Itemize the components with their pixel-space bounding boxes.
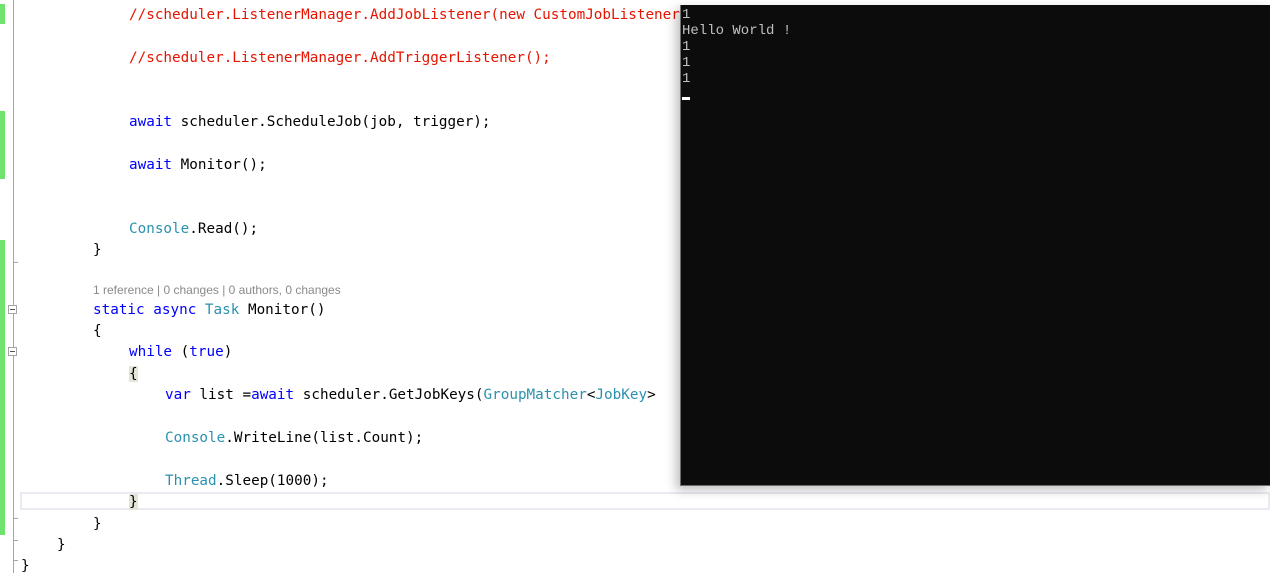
code-text: list = (190, 387, 252, 403)
code-line-method-signature: static async Task Monitor() (93, 301, 325, 319)
code-lens[interactable]: 1 reference | 0 changes | 0 authors, 0 c… (93, 283, 341, 297)
type-name: GroupMatcher (483, 387, 587, 403)
code-line-comment: //scheduler.ListenerManager.AddJobListen… (129, 7, 680, 23)
console-output-line: 1 (682, 55, 691, 71)
console-cursor (682, 97, 690, 100)
code-line: var list =await scheduler.GetJobKeys(Gro… (165, 386, 656, 404)
type-name: Task (204, 302, 240, 318)
collapse-while-icon[interactable] (8, 347, 17, 356)
outline-guide (13, 0, 14, 573)
current-line-highlight (20, 492, 1270, 510)
console-window[interactable]: 1 Hello World ! 1 1 1 (680, 5, 1270, 486)
code-text: > (647, 387, 656, 403)
outline-end-tick (13, 560, 18, 561)
code-line-brace: } (93, 516, 102, 532)
code-text: .WriteLine(list.Count); (225, 430, 424, 446)
code-line-brace: { (129, 365, 138, 383)
code-line: await Monitor(); (129, 156, 267, 174)
change-indicator (0, 240, 5, 535)
code-line: while (true) (129, 343, 232, 361)
code-text: .Sleep(1000); (216, 473, 329, 489)
code-line-brace: } (129, 493, 138, 511)
keyword: true (189, 344, 224, 360)
type-name: JobKey (595, 387, 648, 403)
code-line: Console.Read(); (129, 220, 258, 238)
type-name: Thread (165, 473, 217, 489)
code-text: scheduler.GetJobKeys( (294, 387, 484, 403)
outline-end-tick (13, 518, 18, 519)
collapse-method-icon[interactable] (8, 305, 17, 314)
code-text: ( (172, 344, 190, 360)
outline-end-tick (13, 540, 18, 541)
change-indicator (0, 4, 5, 24)
keyword: await (129, 157, 173, 173)
code-text: Monitor(); (172, 157, 267, 173)
code-line-brace: } (93, 242, 102, 258)
code-line: Thread.Sleep(1000); (165, 472, 329, 490)
matched-brace: { (129, 366, 138, 382)
console-output-line: 1 (682, 7, 691, 23)
keyword: while (129, 344, 173, 360)
code-text: scheduler.ScheduleJob(job, trigger); (172, 114, 491, 130)
outline-end-tick (13, 262, 18, 263)
code-line: await scheduler.ScheduleJob(job, trigger… (129, 113, 491, 131)
type-name: Console (129, 221, 190, 237)
code-line: Console.WriteLine(list.Count); (165, 429, 423, 447)
keyword: async (153, 302, 197, 318)
keyword: await (251, 387, 295, 403)
code-text: .Read(); (189, 221, 259, 237)
keyword: var (165, 387, 191, 403)
change-indicator (0, 111, 5, 179)
keyword: await (129, 114, 173, 130)
matched-brace: } (129, 494, 138, 510)
code-line-comment: //scheduler.ListenerManager.AddTriggerLi… (129, 50, 551, 66)
console-output-line: 1 (682, 39, 691, 55)
type-name: Console (165, 430, 226, 446)
console-output-line: Hello World ! (682, 23, 792, 39)
code-text: Monitor() (239, 302, 326, 318)
code-text: ) (223, 344, 233, 360)
keyword: static (93, 302, 145, 318)
console-output-line: 1 (682, 71, 691, 87)
code-line-brace: } (57, 537, 66, 553)
code-line-brace: } (21, 558, 30, 574)
code-line-brace: { (93, 323, 102, 339)
